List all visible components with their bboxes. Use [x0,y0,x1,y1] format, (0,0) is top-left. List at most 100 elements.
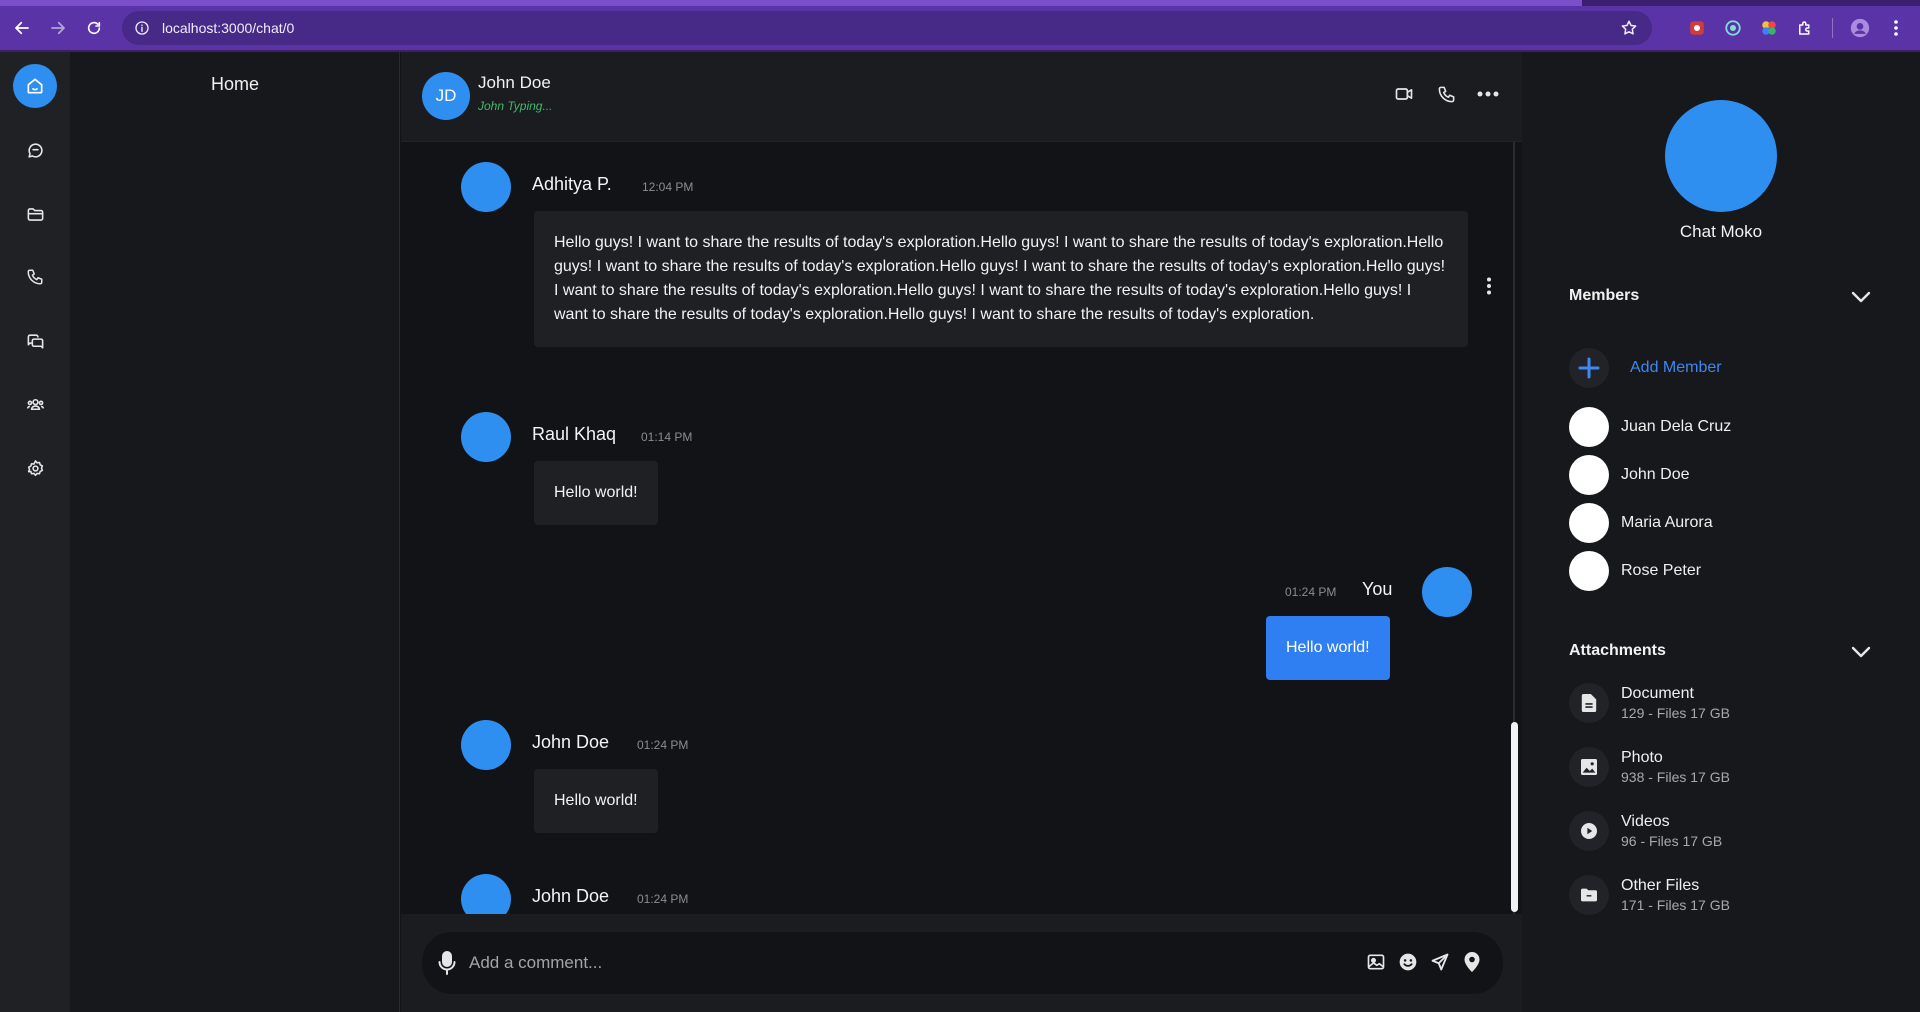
attachments-toggle[interactable] [1850,641,1872,663]
member-item[interactable]: Juan Dela Cruz [1569,407,1731,447]
colorful-extension-icon[interactable] [1756,12,1782,44]
member-item[interactable]: Rose Peter [1569,551,1701,591]
document-icon [1569,683,1609,723]
profile-icon[interactable] [1847,12,1873,44]
attachment-meta: 129 - Files 17 GB [1621,705,1730,721]
microphone-icon [438,951,456,975]
sender-avatar[interactable] [461,720,511,770]
attachment-item-document[interactable]: Document 129 - Files 17 GB [1569,683,1730,723]
member-avatar [1569,407,1609,447]
kebab-menu-icon [1487,277,1491,295]
rail-item-groups[interactable] [13,382,57,426]
add-member-label[interactable]: Add Member [1630,359,1722,377]
chat-info-panel: Chat Moko Members Add Member Juan Dela C… [1522,52,1920,1012]
group-avatar[interactable] [1665,100,1777,212]
voice-call-button[interactable] [1434,82,1458,106]
reload-button[interactable] [76,10,112,46]
photo-icon [1569,747,1609,787]
address-bar[interactable]: localhost:3000/chat/0 [122,11,1652,45]
typing-status: John Typing... [478,99,553,113]
send-icon [1431,953,1449,971]
message-list: Adhitya P. 12:04 PM Hello guys! I want t… [401,142,1522,914]
conversations-pane: Home [70,52,400,1012]
rail-item-files[interactable] [13,192,57,236]
chat-header-actions [1392,82,1500,106]
attachment-name: Document [1621,685,1694,702]
play-icon [1569,811,1609,851]
chat-bubble-icon [27,142,43,158]
scrollbar-thumb[interactable] [1511,722,1518,912]
member-item[interactable]: John Doe [1569,455,1690,495]
back-button[interactable] [4,10,40,46]
info-circle-icon[interactable] [134,20,150,36]
sender-avatar[interactable] [461,874,511,914]
attach-image-button[interactable] [1365,950,1387,974]
attachment-item-videos[interactable]: Videos 96 - Files 17 GB [1569,811,1722,851]
image-icon [1367,954,1385,970]
chevron-down-icon [1851,291,1871,303]
chat-avatar[interactable]: JD [422,72,470,120]
own-avatar[interactable] [1422,567,1472,617]
puzzle-icon[interactable] [1792,12,1818,44]
url-text[interactable]: localhost:3000/chat/0 [162,20,294,36]
own-message-bubble[interactable]: Hello world! [1266,616,1390,680]
attachment-name: Photo [1621,749,1663,766]
emoji-button[interactable] [1397,950,1419,974]
attachments-section-title: Attachments [1569,642,1666,659]
bookmark-button[interactable] [1620,19,1638,37]
member-item[interactable]: Maria Aurora [1569,503,1713,543]
chat-panel: JD John Doe John Typing... Adhitya P. 12… [401,52,1522,1012]
comment-input[interactable] [469,948,1349,978]
message-bubble[interactable]: Hello world! [534,769,658,833]
navigation-rail [0,52,70,1012]
teal-extension-icon[interactable] [1720,12,1746,44]
member-name: Rose Peter [1621,562,1702,579]
forward-button[interactable] [40,10,76,46]
extensions-area [1684,12,1909,44]
members-toggle[interactable] [1850,286,1872,308]
attachment-name: Videos [1621,813,1670,830]
rail-item-calls[interactable] [13,255,57,299]
location-pin-icon [1464,952,1480,972]
send-button[interactable] [1429,950,1451,974]
message-bubble[interactable]: Hello guys! I want to share the results … [534,211,1468,347]
message-menu-button[interactable] [1481,274,1497,298]
sender-name: John Doe [532,886,610,906]
attachment-meta: 96 - Files 17 GB [1621,833,1723,849]
phone-icon [27,269,43,285]
users-icon [26,398,44,410]
phone-icon [1438,86,1454,102]
reload-icon [87,21,101,35]
sender-avatar[interactable] [461,162,511,212]
video-call-button[interactable] [1392,82,1416,106]
composer-area [401,914,1522,1012]
share-location-button[interactable] [1461,950,1483,974]
rail-item-home[interactable] [13,64,57,108]
member-avatar [1569,455,1609,495]
messages-icon [27,333,43,349]
member-avatar [1569,503,1609,543]
settings-icon [27,459,43,476]
sender-name: You [1362,579,1393,599]
red-extension-icon[interactable] [1684,12,1710,44]
rail-item-chat[interactable] [13,128,57,172]
voice-input-button[interactable] [438,951,456,975]
sender-avatar[interactable] [461,412,511,462]
more-options-button[interactable] [1476,82,1500,106]
emoji-icon [1399,953,1417,971]
composer-actions [1365,950,1483,974]
browser-toolbar: localhost:3000/chat/0 [0,6,1920,50]
rail-item-settings[interactable] [13,446,57,490]
message-time: 01:14 PM [641,430,693,444]
star-icon [1621,20,1637,35]
attachment-item-other-files[interactable]: Other Files 171 - Files 17 GB [1569,875,1730,915]
attachment-item-photo[interactable]: Photo 938 - Files 17 GB [1569,747,1730,787]
message-time: 01:24 PM [637,892,689,906]
add-member-button[interactable]: Add Member [1569,348,1722,388]
message-scrollbar[interactable] [1511,142,1518,914]
kebab-menu-icon[interactable] [1883,12,1909,44]
rail-item-messages[interactable] [13,319,57,363]
attachment-meta: 171 - Files 17 GB [1621,897,1730,913]
video-icon [1395,88,1413,100]
message-bubble[interactable]: Hello world! [534,461,658,525]
